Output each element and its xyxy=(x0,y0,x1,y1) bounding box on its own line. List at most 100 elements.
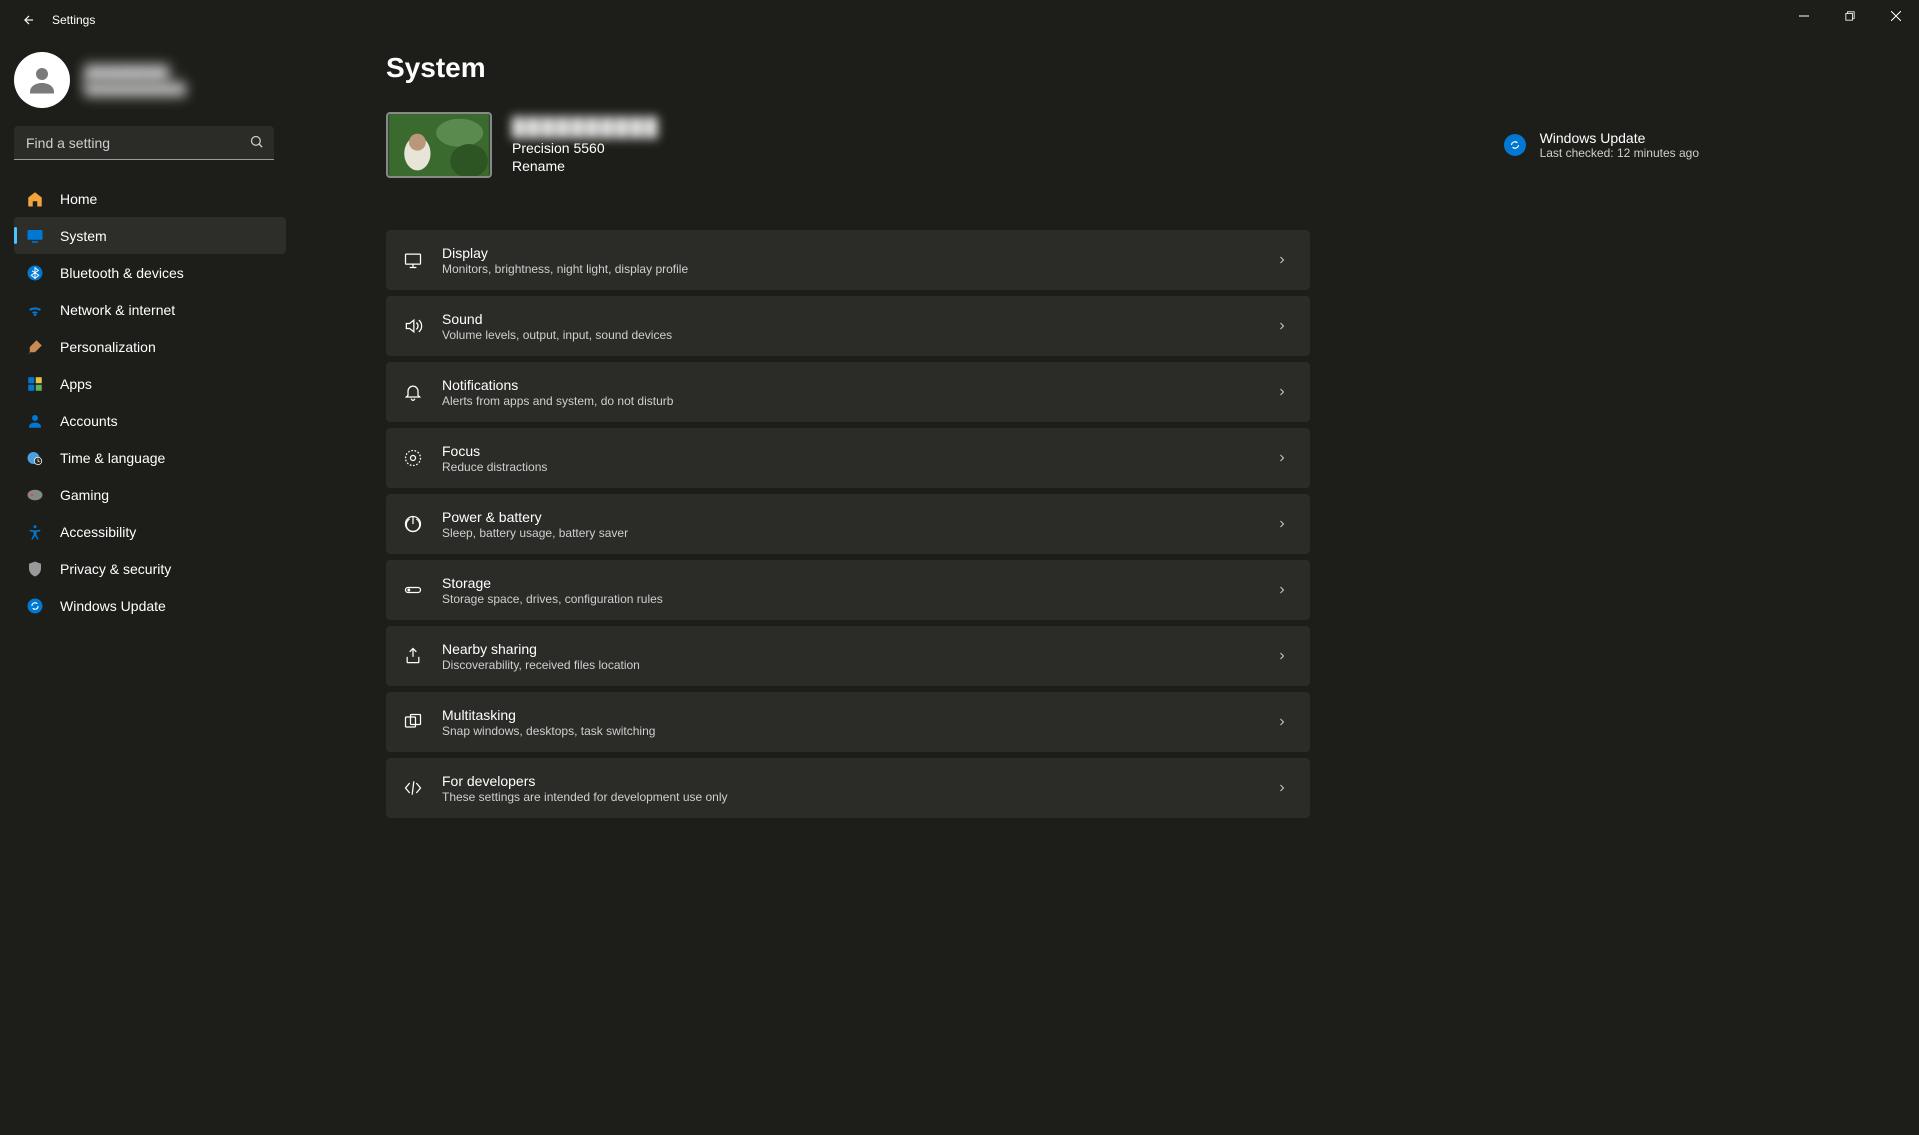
user-account-box[interactable]: ████████ ████████████ xyxy=(14,52,286,108)
nav-item-home[interactable]: Home xyxy=(14,180,286,217)
card-title: Multitasking xyxy=(442,707,655,723)
card-storage[interactable]: Storage Storage space, drives, configura… xyxy=(386,560,1310,620)
nav-item-label: Privacy & security xyxy=(60,561,171,577)
sidebar: ████████ ████████████ Home System xyxy=(0,40,300,1135)
card-display[interactable]: Display Monitors, brightness, night ligh… xyxy=(386,230,1310,290)
card-subtitle: Sleep, battery usage, battery saver xyxy=(442,526,628,540)
nav-item-network[interactable]: Network & internet xyxy=(14,291,286,328)
chevron-right-icon xyxy=(1276,386,1288,398)
card-sound[interactable]: Sound Volume levels, output, input, soun… xyxy=(386,296,1310,356)
close-icon xyxy=(1891,11,1901,21)
nav-item-label: Network & internet xyxy=(60,302,175,318)
card-title: Notifications xyxy=(442,377,673,393)
nav-item-personalization[interactable]: Personalization xyxy=(14,328,286,365)
wallpaper-icon xyxy=(388,114,490,176)
power-icon xyxy=(402,513,424,535)
nav-item-privacy[interactable]: Privacy & security xyxy=(14,550,286,587)
card-subtitle: Volume levels, output, input, sound devi… xyxy=(442,328,672,342)
nav: Home System Bluetooth & devices Network … xyxy=(14,180,286,624)
card-title: Sound xyxy=(442,311,672,327)
minimize-icon xyxy=(1799,11,1809,21)
nav-item-label: Apps xyxy=(60,376,92,392)
card-developers[interactable]: For developers These settings are intend… xyxy=(386,758,1310,818)
nav-item-update[interactable]: Windows Update xyxy=(14,587,286,624)
card-title: Nearby sharing xyxy=(442,641,640,657)
avatar xyxy=(14,52,70,108)
nav-item-label: Home xyxy=(60,191,97,207)
device-rename-link[interactable]: Rename xyxy=(512,158,660,174)
shield-icon xyxy=(26,560,44,578)
device-model: Precision 5560 xyxy=(512,140,660,156)
close-button[interactable] xyxy=(1873,0,1919,32)
update-icon xyxy=(1504,134,1526,156)
nav-item-label: Windows Update xyxy=(60,598,166,614)
accessibility-icon xyxy=(26,523,44,541)
nav-item-label: Accessibility xyxy=(60,524,136,540)
maximize-icon xyxy=(1845,11,1855,21)
back-button[interactable] xyxy=(10,1,48,39)
multitasking-icon xyxy=(402,711,424,733)
card-title: Power & battery xyxy=(442,509,628,525)
card-title: Focus xyxy=(442,443,547,459)
card-nearby[interactable]: Nearby sharing Discoverability, received… xyxy=(386,626,1310,686)
focus-icon xyxy=(402,447,424,469)
chevron-right-icon xyxy=(1276,650,1288,662)
card-title: Storage xyxy=(442,575,663,591)
search-wrap xyxy=(14,126,286,160)
search-input[interactable] xyxy=(14,126,274,160)
desktop-thumbnail[interactable] xyxy=(386,112,492,178)
card-subtitle: Snap windows, desktops, task switching xyxy=(442,724,655,738)
minimize-button[interactable] xyxy=(1781,0,1827,32)
arrow-left-icon xyxy=(22,13,36,27)
card-notifications[interactable]: Notifications Alerts from apps and syste… xyxy=(386,362,1310,422)
card-multitasking[interactable]: Multitasking Snap windows, desktops, tas… xyxy=(386,692,1310,752)
windows-update-summary[interactable]: Windows Update Last checked: 12 minutes … xyxy=(1504,130,1699,160)
chevron-right-icon xyxy=(1276,518,1288,530)
main-content: System ██████████ Precision 5560 Rename xyxy=(300,40,1919,1135)
device-info: ██████████ Precision 5560 Rename xyxy=(512,117,660,174)
window-controls xyxy=(1781,0,1919,32)
search-icon xyxy=(249,134,264,149)
device-name: ██████████ xyxy=(512,117,660,138)
share-icon xyxy=(402,645,424,667)
account-icon xyxy=(26,412,44,430)
nav-item-system[interactable]: System xyxy=(14,217,286,254)
page-title: System xyxy=(386,52,1879,84)
card-subtitle: Storage space, drives, configuration rul… xyxy=(442,592,663,606)
nav-item-label: Bluetooth & devices xyxy=(60,265,184,281)
system-header: ██████████ Precision 5560 Rename Windows… xyxy=(386,112,1879,178)
windows-update-text: Windows Update Last checked: 12 minutes … xyxy=(1540,130,1699,160)
maximize-button[interactable] xyxy=(1827,0,1873,32)
chevron-right-icon xyxy=(1276,716,1288,728)
user-name: ████████ xyxy=(84,65,186,82)
chevron-right-icon xyxy=(1276,254,1288,266)
card-power[interactable]: Power & battery Sleep, battery usage, ba… xyxy=(386,494,1310,554)
windows-update-subtitle: Last checked: 12 minutes ago xyxy=(1540,146,1699,160)
nav-item-accounts[interactable]: Accounts xyxy=(14,402,286,439)
card-title: Display xyxy=(442,245,688,261)
nav-item-label: Personalization xyxy=(60,339,156,355)
nav-item-accessibility[interactable]: Accessibility xyxy=(14,513,286,550)
settings-cards: Display Monitors, brightness, night ligh… xyxy=(386,230,1310,818)
nav-item-bluetooth[interactable]: Bluetooth & devices xyxy=(14,254,286,291)
paintbrush-icon xyxy=(26,338,44,356)
nav-item-label: Time & language xyxy=(60,450,165,466)
nav-item-gaming[interactable]: Gaming xyxy=(14,476,286,513)
storage-icon xyxy=(402,579,424,601)
card-subtitle: Reduce distractions xyxy=(442,460,547,474)
nav-item-time[interactable]: Time & language xyxy=(14,439,286,476)
user-email: ████████████ xyxy=(84,82,186,96)
card-focus[interactable]: Focus Reduce distractions xyxy=(386,428,1310,488)
chevron-right-icon xyxy=(1276,320,1288,332)
card-title: For developers xyxy=(442,773,728,789)
nav-item-apps[interactable]: Apps xyxy=(14,365,286,402)
bluetooth-icon xyxy=(26,264,44,282)
system-icon xyxy=(26,227,44,245)
card-subtitle: Discoverability, received files location xyxy=(442,658,640,672)
card-subtitle: Alerts from apps and system, do not dist… xyxy=(442,394,673,408)
card-subtitle: These settings are intended for developm… xyxy=(442,790,728,804)
user-info: ████████ ████████████ xyxy=(84,65,186,96)
developers-icon xyxy=(402,777,424,799)
nav-item-label: System xyxy=(60,228,107,244)
display-icon xyxy=(402,249,424,271)
